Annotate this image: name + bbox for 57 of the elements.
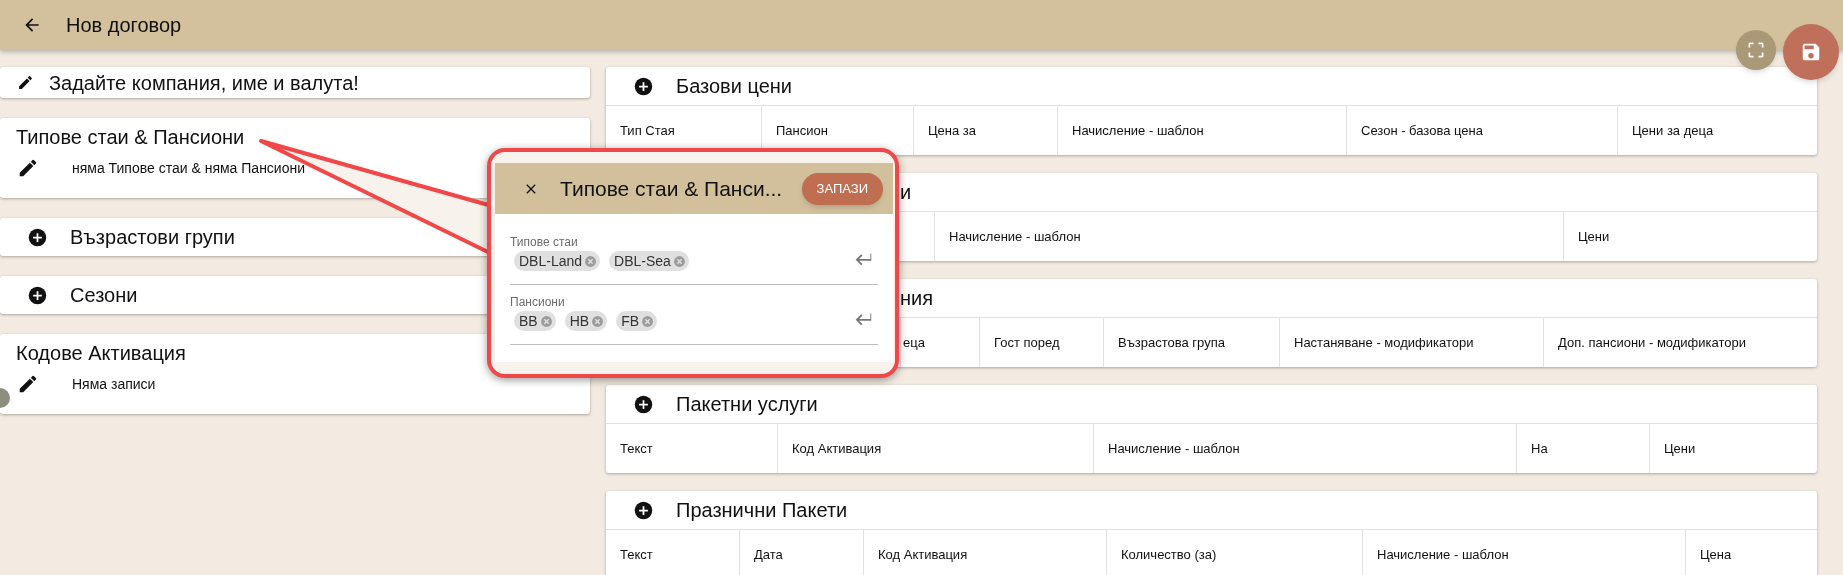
column-header: Доп. пансиони - модификатори bbox=[1543, 318, 1817, 367]
chips-field[interactable]: Типове стаи DBL-Land DBL-Sea bbox=[510, 233, 878, 285]
column-header: Възрастова група bbox=[1103, 318, 1279, 367]
table-title: Базови цени bbox=[676, 74, 792, 99]
column-header: Текст bbox=[619, 439, 654, 458]
add-icon[interactable] bbox=[633, 393, 654, 415]
column-header: Цени bbox=[1649, 424, 1817, 473]
chip[interactable]: BB bbox=[514, 311, 556, 331]
column-header: Код Активация bbox=[863, 530, 1106, 575]
chip[interactable]: DBL-Sea bbox=[609, 251, 689, 271]
add-icon[interactable] bbox=[27, 284, 48, 306]
dialog-title: Типове стаи & Панси... bbox=[560, 175, 783, 202]
column-header: Цени bbox=[1563, 212, 1817, 261]
column-header: Дата bbox=[739, 530, 863, 575]
column-header: Цени за деца bbox=[1617, 106, 1817, 155]
column-header: Сезон - базова цена bbox=[1346, 106, 1617, 155]
section-title: Възрастови групи bbox=[70, 225, 235, 250]
save-button[interactable]: ЗАПАЗИ bbox=[801, 172, 883, 205]
section-title: Сезони bbox=[70, 283, 138, 308]
field-label: Пансиони bbox=[510, 294, 566, 308]
section-title: Кодове Активация bbox=[16, 341, 187, 364]
column-header: На bbox=[1516, 424, 1649, 473]
edit-icon[interactable] bbox=[17, 157, 39, 179]
column-header: Цена bbox=[1685, 530, 1817, 575]
chip[interactable]: DBL-Land bbox=[514, 251, 601, 271]
column-header: Начисление - шаблон bbox=[1057, 106, 1346, 155]
column-header: еца bbox=[900, 318, 979, 367]
table-title: Пакетни услуги bbox=[676, 392, 818, 417]
chip[interactable]: HB bbox=[564, 311, 608, 331]
edit-icon[interactable] bbox=[17, 373, 39, 395]
fullscreen-icon bbox=[1746, 40, 1766, 60]
column-header: Настаняване - модификатори bbox=[1279, 318, 1543, 367]
add-icon[interactable] bbox=[27, 226, 48, 248]
field-label: Типове стаи bbox=[510, 234, 579, 248]
add-icon[interactable] bbox=[633, 499, 654, 521]
column-header: Начисление - шаблон bbox=[934, 212, 1563, 261]
page-title: Нов договор bbox=[66, 13, 182, 38]
notice-text: Задайте компания, име и валута! bbox=[49, 70, 359, 96]
save-icon bbox=[1800, 41, 1822, 63]
section-title: Типове стаи & Пансиони bbox=[16, 125, 246, 148]
column-header: Начисление - шаблон bbox=[1093, 424, 1516, 473]
column-header: Тип Стая bbox=[619, 121, 676, 140]
chips-field[interactable]: Пансиони BB HB FB bbox=[510, 293, 878, 345]
column-header: Текст bbox=[619, 545, 654, 564]
add-icon[interactable] bbox=[633, 75, 654, 97]
table-title: ния bbox=[900, 286, 934, 311]
table-title: Празнични Пакети bbox=[676, 498, 848, 523]
row-text: няма Типове стаи & няма Пансиони bbox=[72, 158, 306, 178]
table-title: и bbox=[900, 180, 912, 205]
column-header: Гост поред bbox=[979, 318, 1103, 367]
column-header: Количество (за) bbox=[1106, 530, 1362, 575]
chip[interactable]: FB bbox=[616, 311, 658, 331]
edit-icon[interactable] bbox=[17, 74, 34, 91]
column-header: Начисление - шаблон bbox=[1362, 530, 1685, 575]
row-text: Няма записи bbox=[72, 374, 156, 394]
column-header: Цена за bbox=[913, 106, 1057, 155]
column-header: Код Активация bbox=[777, 424, 1093, 473]
